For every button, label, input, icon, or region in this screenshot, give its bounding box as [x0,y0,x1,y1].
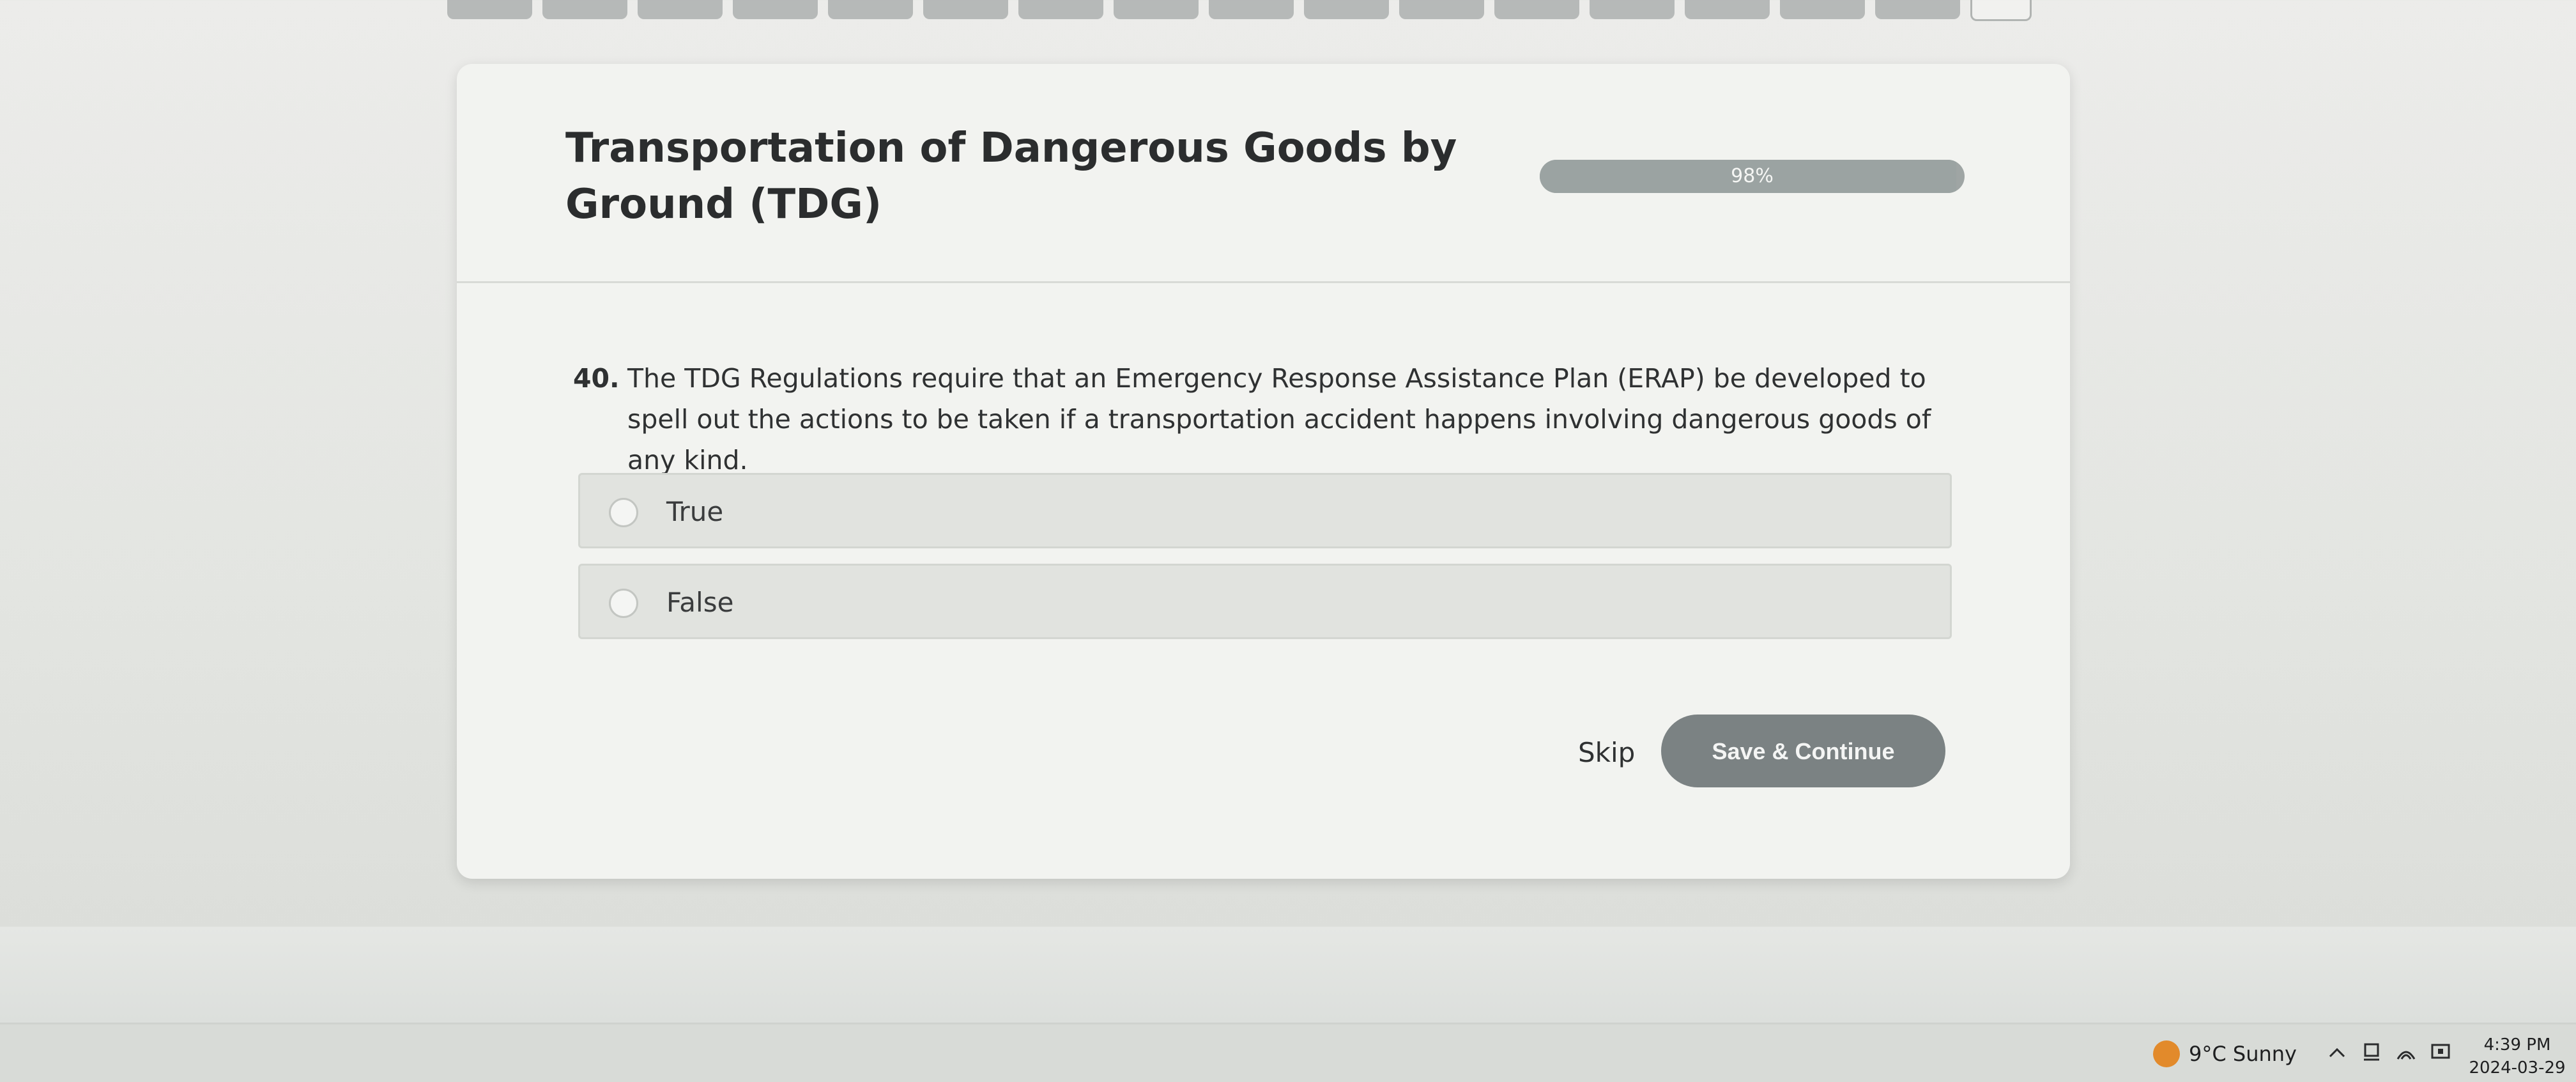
tab-segment[interactable] [1685,0,1770,19]
screen-bottom [0,927,2576,1023]
tab-segment-current[interactable] [1970,0,2032,21]
course-title: Transportation of Dangerous Goods by Gro… [565,125,1457,228]
save-continue-button[interactable]: Save & Continue [1661,715,1945,787]
answer-option-label: True [666,496,724,527]
answer-option-false[interactable]: False [578,564,1952,639]
top-tab-strip [447,0,2032,24]
device-icon[interactable] [2360,1041,2383,1064]
tab-segment[interactable] [1018,0,1103,19]
weather-text: 9°C Sunny [2189,1042,2297,1066]
weather-widget[interactable]: 9°C Sunny [2153,1039,2297,1069]
question: 40. The TDG Regulations require that an … [573,358,1985,481]
chevron-up-icon[interactable] [2326,1041,2349,1064]
display-icon[interactable] [2429,1041,2452,1064]
wifi-icon[interactable] [2395,1041,2418,1064]
tab-segment[interactable] [828,0,913,19]
progress-label: 98% [1731,165,1774,187]
tab-segment[interactable] [447,0,532,19]
tab-segment[interactable] [923,0,1008,19]
tab-segment[interactable] [1590,0,1675,19]
tab-segment[interactable] [1780,0,1865,19]
clock-date: 2024-03-29 [2469,1058,2566,1078]
progress-bar: 98% [1540,160,1965,193]
system-tray [2326,1041,2452,1064]
tab-segment[interactable] [1494,0,1579,19]
clock-time: 4:39 PM [2483,1035,2551,1055]
tab-segment[interactable] [1114,0,1199,19]
radio-button[interactable] [609,589,638,618]
tab-segment[interactable] [1875,0,1960,19]
answer-option-true[interactable]: True [578,473,1952,548]
taskbar-clock[interactable]: 4:39 PM 2024-03-29 [2466,1033,2568,1079]
quiz-header: Transportation of Dangerous Goods by Gro… [457,64,2070,283]
tab-segment[interactable] [542,0,627,19]
tab-segment[interactable] [1304,0,1389,19]
skip-link[interactable]: Skip [1578,735,1635,771]
tab-segment[interactable] [638,0,723,19]
question-number: 40. [573,363,620,394]
tab-segment[interactable] [1399,0,1484,19]
tab-segment[interactable] [1209,0,1294,19]
taskbar: 9°C Sunny 4:39 PM 2024-03-29 [0,1023,2576,1082]
quiz-card: Transportation of Dangerous Goods by Gro… [457,64,2070,879]
radio-button[interactable] [609,498,638,527]
sun-icon [2153,1040,2180,1067]
answer-option-label: False [666,587,734,618]
tab-segment[interactable] [733,0,818,19]
question-text: The TDG Regulations require that an Emer… [627,363,1931,475]
